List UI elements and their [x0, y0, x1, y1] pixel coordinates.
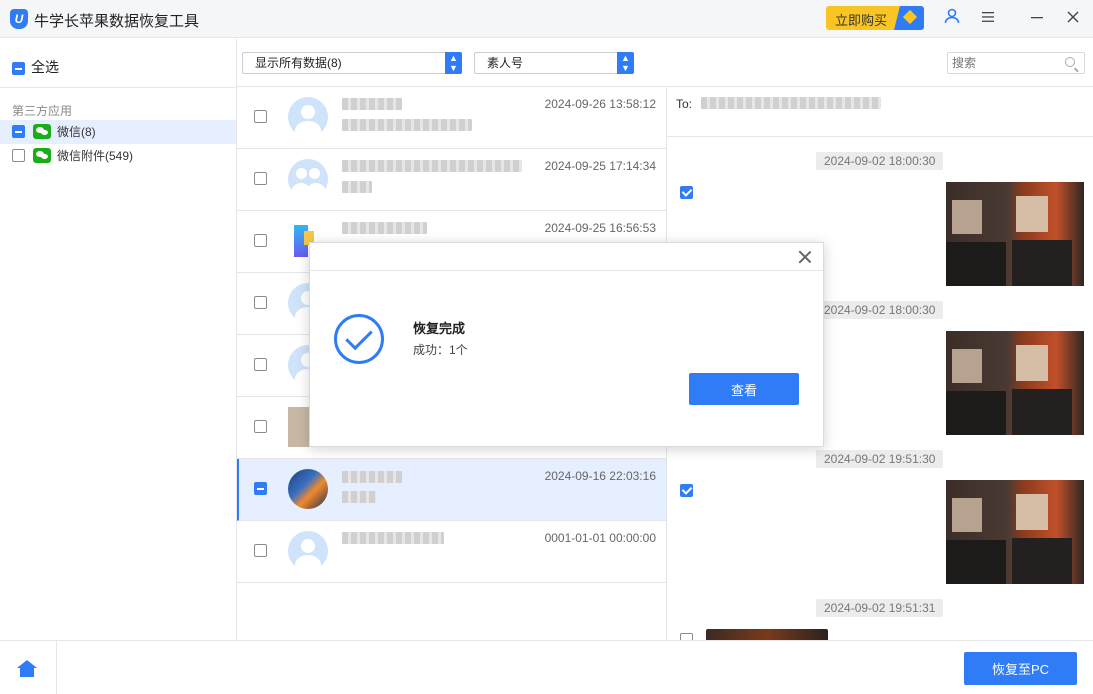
contact-value: 素人号 [487, 56, 524, 70]
close-icon[interactable] [1062, 8, 1084, 30]
row-checkbox[interactable] [254, 420, 267, 433]
home-icon [17, 660, 37, 677]
bottom-bar: 恢复至PC [0, 640, 1093, 694]
user-icon[interactable] [941, 8, 963, 30]
row-checkbox[interactable] [254, 482, 267, 495]
view-button[interactable]: 查看 [689, 373, 799, 405]
contact-row[interactable]: 0001-01-01 00:00:00 [237, 521, 666, 583]
blurred-name [342, 98, 402, 110]
blurred-name [342, 160, 522, 172]
message-timestamp: 2024-09-02 18:00:30 [816, 152, 944, 170]
success-check-icon [334, 314, 384, 364]
dialog-title: 恢复完成 [413, 321, 466, 336]
app-logo: U [10, 9, 28, 29]
message-timestamp: 2024-09-02 19:51:30 [816, 450, 944, 468]
sidebar-divider [0, 87, 236, 88]
sidebar: 全选 第三方应用 微信(8) 微信附件(549) [0, 39, 237, 640]
contact-row[interactable]: 2024-09-26 13:58:12 [237, 87, 666, 149]
search-input[interactable] [948, 53, 1058, 73]
message-checkbox[interactable] [680, 186, 693, 199]
dialog-header [310, 243, 823, 271]
sidebar-item-wechat[interactable]: 微信(8) [0, 120, 236, 144]
message-image[interactable] [706, 629, 828, 640]
updown-arrow-icon: ▲ ▼ [617, 52, 634, 74]
row-checkbox[interactable] [254, 172, 267, 185]
dialog-subtitle: 成功：1个 [413, 343, 468, 357]
recovery-complete-dialog: 恢复完成 成功：1个 查看 [309, 242, 824, 447]
message-timestamp: 2024-09-02 18:00:30 [816, 301, 944, 319]
message-checkbox[interactable] [680, 484, 693, 497]
row-checkbox[interactable] [254, 296, 267, 309]
restore-to-pc-button[interactable]: 恢复至PC [964, 652, 1077, 685]
search-icon[interactable] [1065, 57, 1075, 67]
row-checkbox[interactable] [254, 358, 267, 371]
avatar-icon [288, 97, 328, 137]
menu-icon[interactable] [977, 8, 999, 30]
contact-dropdown[interactable]: 素人号 ▲ ▼ [474, 52, 634, 74]
sidebar-item-label: 微信附件(549) [57, 149, 134, 163]
title-bar: U 牛学长苹果数据恢复工具 立即购买 [0, 0, 1093, 38]
row-time: 2024-09-25 16:56:53 [544, 221, 656, 235]
blurred-preview [342, 119, 472, 131]
select-all-label: 全选 [31, 59, 59, 75]
message-timestamp: 2024-09-02 19:51:31 [816, 599, 944, 617]
minimize-icon[interactable] [1026, 8, 1048, 30]
message-image[interactable] [946, 480, 1084, 584]
sidebar-item-wechat-attachments[interactable]: 微信附件(549) [0, 144, 236, 168]
row-time: 2024-09-25 17:14:34 [544, 159, 656, 173]
row-checkbox[interactable] [254, 234, 267, 247]
contact-row[interactable]: 2024-09-16 22:03:16 [237, 459, 666, 521]
updown-arrow-icon: ▲ ▼ [445, 52, 462, 74]
to-label: To: [676, 97, 693, 111]
select-all[interactable]: 全选 [12, 57, 59, 77]
blurred-name [342, 532, 444, 544]
wechat-attachments-checkbox[interactable] [12, 149, 25, 163]
wechat-checkbox[interactable] [12, 125, 25, 139]
select-all-checkbox[interactable] [12, 61, 25, 75]
buy-now-label: 立即购买 [835, 13, 888, 28]
blurred-recipient [701, 97, 881, 109]
home-button[interactable] [0, 641, 57, 694]
avatar-icon [288, 407, 310, 447]
avatar-icon [288, 469, 328, 509]
show-data-value: 显示所有数据(8) [255, 56, 342, 70]
show-data-dropdown[interactable]: 显示所有数据(8) ▲ ▼ [242, 52, 462, 74]
message-image[interactable] [946, 331, 1084, 435]
row-time: 2024-09-16 22:03:16 [544, 469, 656, 483]
message-image[interactable] [946, 182, 1084, 286]
blurred-preview [342, 491, 376, 503]
blurred-preview [342, 181, 372, 193]
wechat-icon [33, 148, 51, 164]
search-box[interactable] [947, 52, 1085, 74]
blurred-name [342, 471, 402, 483]
group-avatar-icon [288, 159, 328, 199]
section-title-third-party: 第三方应用 [12, 104, 73, 118]
row-checkbox[interactable] [254, 110, 267, 123]
row-time: 0001-01-01 00:00:00 [544, 531, 656, 545]
row-checkbox[interactable] [254, 544, 267, 557]
sidebar-item-label: 微信(8) [57, 125, 96, 139]
diamond-icon [894, 6, 924, 30]
recipient-bar: To: [667, 87, 1093, 137]
app-title: 牛学长苹果数据恢复工具 [34, 13, 200, 30]
dialog-close-icon[interactable] [797, 249, 813, 265]
avatar-icon [288, 531, 328, 571]
message-checkbox[interactable] [680, 633, 693, 640]
buy-now-button[interactable]: 立即购买 [826, 6, 924, 30]
contact-row[interactable]: 2024-09-25 17:14:34 [237, 149, 666, 211]
wechat-icon [33, 124, 51, 140]
row-time: 2024-09-26 13:58:12 [544, 97, 656, 111]
blurred-name [342, 222, 427, 234]
